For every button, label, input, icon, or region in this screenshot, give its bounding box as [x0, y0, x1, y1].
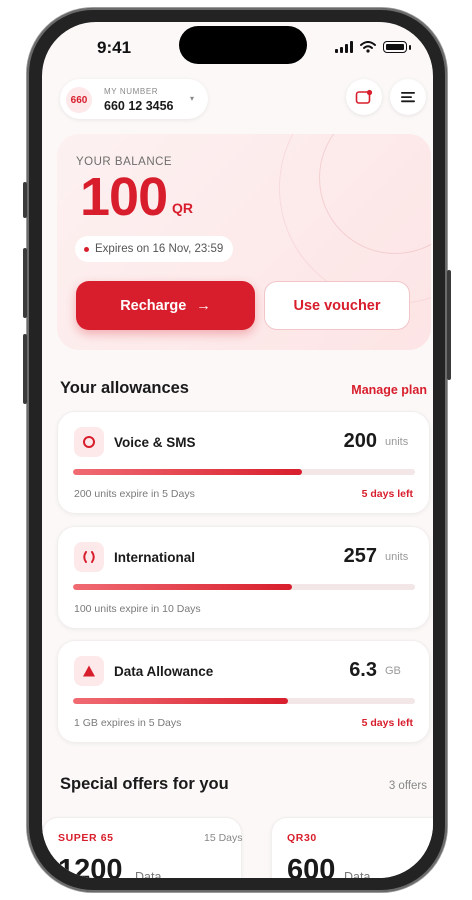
arrow-right-icon: →	[196, 297, 211, 314]
allowance-value: 6.3	[349, 659, 377, 681]
use-voucher-button[interactable]: Use voucher	[264, 281, 410, 330]
offer-unit: Data	[135, 870, 162, 878]
allowance-card-data[interactable]: Data Allowance 6.3 GB 1 GB expires in 5 …	[57, 640, 430, 743]
allowance-expiry-note: 1 GB expires in 5 Days	[74, 717, 182, 729]
chevron-down-icon: ▾	[190, 94, 195, 103]
allowance-progress-fill	[73, 469, 303, 475]
allowance-card-voice[interactable]: Voice & SMS 200 units 200 units expire i…	[57, 411, 430, 514]
expiry-badge: Expires on 16 Nov, 23:59	[75, 236, 234, 262]
wallet-icon	[355, 89, 373, 104]
allowance-unit: units	[385, 436, 409, 448]
allowance-days-left: 5 days left	[361, 488, 413, 500]
offer-unit: Data	[344, 870, 371, 878]
offers-count: 3 offers	[388, 780, 427, 792]
status-time: 9:41	[97, 38, 132, 57]
signal-icon	[335, 41, 353, 53]
allowance-value: 200	[343, 430, 377, 452]
side-button-mute	[23, 182, 27, 218]
expiry-text: Expires on 16 Nov, 23:59	[95, 243, 224, 255]
voucher-label: Use voucher	[293, 297, 381, 314]
decorative-ring	[279, 134, 431, 304]
allowance-card-international[interactable]: International 257 units 100 units expire…	[57, 526, 430, 629]
allowance-progress-track	[73, 469, 415, 475]
allowance-days-left: 5 days left	[361, 717, 413, 729]
balance-currency: QR	[172, 200, 193, 216]
allowance-value: 257	[343, 545, 377, 567]
battery-icon	[383, 41, 407, 53]
allowance-unit: GB	[385, 665, 401, 677]
side-button-volume-down	[23, 334, 27, 404]
allowance-progress-track	[73, 584, 415, 590]
allowance-expiry-note: 100 units expire in 10 Days	[74, 603, 201, 615]
offer-name: QR30	[287, 832, 317, 844]
status-bar: 9:41	[42, 22, 433, 76]
offer-name: SUPER 65	[58, 832, 114, 844]
offer-card[interactable]: SUPER 65 15 Days 1200 Data	[42, 817, 243, 878]
voice-circle-icon	[74, 427, 104, 457]
allowance-name: Voice & SMS	[114, 435, 196, 450]
manage-plan-link[interactable]: Manage plan	[351, 383, 427, 397]
number-badge: 660	[66, 87, 92, 113]
offers-title: Special offers for you	[60, 775, 229, 793]
allowance-progress-fill	[73, 584, 292, 590]
recharge-button[interactable]: Recharge →	[76, 281, 255, 330]
allowance-progress-fill	[73, 698, 289, 704]
international-brackets-icon	[74, 542, 104, 572]
recharge-label: Recharge	[120, 297, 187, 314]
allowance-expiry-note: 200 units expire in 5 Days	[74, 488, 195, 500]
offer-card[interactable]: QR30 600 Data	[271, 817, 433, 878]
battery-tip	[409, 44, 411, 50]
allowance-name: Data Allowance	[114, 664, 214, 679]
data-triangle-icon	[74, 656, 104, 686]
balance-card: YOUR BALANCE 100 QR Expires on 16 Nov, 2…	[57, 134, 431, 350]
allowance-progress-track	[73, 698, 415, 704]
menu-button[interactable]	[390, 79, 426, 115]
status-icons	[335, 41, 411, 53]
allowance-name: International	[114, 550, 196, 565]
side-button-power	[447, 270, 451, 380]
wallet-button[interactable]	[346, 79, 382, 115]
dot-icon	[84, 246, 89, 252]
allowances-title: Your allowances	[60, 379, 189, 397]
offer-amount: 600	[287, 854, 336, 878]
balance-amount: 100	[80, 167, 168, 227]
number-label: MY NUMBER	[104, 87, 159, 96]
allowance-unit: units	[385, 551, 409, 563]
dynamic-island	[179, 26, 307, 64]
offer-validity: 15 Days	[204, 832, 243, 844]
number-selector[interactable]: 660 MY NUMBER 660 12 3456 ▾	[60, 79, 208, 119]
app-screen: 9:41 660 MY NUMBER 660 12 3456 ▾ YOUR BA…	[42, 22, 433, 878]
offer-amount: 1200	[58, 854, 123, 878]
menu-icon	[401, 92, 415, 103]
number-value: 660 12 3456	[104, 99, 174, 113]
side-button-volume-up	[23, 248, 27, 318]
wifi-icon	[360, 41, 376, 53]
